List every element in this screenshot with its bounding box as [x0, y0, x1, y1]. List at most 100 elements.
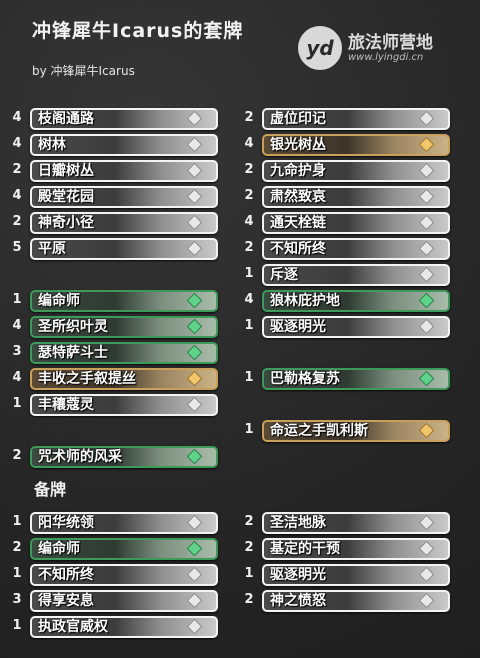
card-row[interactable]: 1 阳华统领 [12, 512, 230, 534]
card-bar[interactable]: 瑟特萨斗士 [30, 342, 218, 364]
rarity-gem-icon [186, 396, 203, 413]
card-row[interactable]: 3 瑟特萨斗士 [12, 342, 230, 364]
card-bar[interactable]: 巴勒格复苏 [262, 368, 450, 390]
card-bar[interactable]: 丰穰蔻灵 [30, 394, 218, 416]
card-bar[interactable]: 阳华统领 [30, 512, 218, 534]
rarity-gem-icon [418, 318, 435, 335]
card-bar[interactable]: 驱逐明光 [262, 316, 450, 338]
rarity-gem-icon [418, 370, 435, 387]
card-name: 基定的干预 [270, 541, 340, 557]
card-bar[interactable]: 神奇小径 [30, 212, 218, 234]
card-row[interactable]: 2 虚位印记 [244, 108, 462, 130]
card-bar[interactable]: 基定的干预 [262, 538, 450, 560]
card-row[interactable]: 1 丰穰蔻灵 [12, 394, 230, 416]
card-count: 1 [12, 514, 22, 529]
card-count: 1 [244, 566, 254, 581]
card-row[interactable]: 2 神奇小径 [12, 212, 230, 234]
card-row[interactable]: 4 殿堂花园 [12, 186, 230, 208]
card-bar[interactable]: 斥逐 [262, 264, 450, 286]
card-bar[interactable]: 编命师 [30, 538, 218, 560]
card-bar[interactable]: 不知所终 [262, 238, 450, 260]
card-bar[interactable]: 神之愤怒 [262, 590, 450, 612]
card-count: 4 [12, 136, 22, 151]
card-bar[interactable]: 不知所终 [30, 564, 218, 586]
rarity-gem-icon [186, 344, 203, 361]
card-bar[interactable]: 平原 [30, 238, 218, 260]
card-count: 2 [244, 188, 254, 203]
card-row[interactable]: 1 编命师 [12, 290, 230, 312]
card-row[interactable]: 2 肃然致哀 [244, 186, 462, 208]
card-row[interactable]: 4 通天栓链 [244, 212, 462, 234]
card-row[interactable]: 3 得享安息 [12, 590, 230, 612]
card-bar[interactable]: 编命师 [30, 290, 218, 312]
card-row[interactable]: 2 编命师 [12, 538, 230, 560]
card-row[interactable]: 4 银光树丛 [244, 134, 462, 156]
card-row[interactable]: 1 斥逐 [244, 264, 462, 286]
card-name: 丰穰蔻灵 [38, 397, 94, 413]
card-count: 2 [12, 162, 22, 177]
card-row[interactable]: 2 圣洁地脉 [244, 512, 462, 534]
logo-name: 旅法师营地 [348, 33, 433, 53]
card-count: 2 [244, 240, 254, 255]
card-row[interactable]: 1 驱逐明光 [244, 564, 462, 586]
card-bar[interactable]: 日瓣树丛 [30, 160, 218, 182]
card-bar[interactable]: 丰收之手叙提丝 [30, 368, 218, 390]
card-bar[interactable]: 得享安息 [30, 590, 218, 612]
card-row[interactable]: 1 巴勒格复苏 [244, 368, 462, 390]
card-row[interactable]: 4 丰收之手叙提丝 [12, 368, 230, 390]
card-count: 4 [12, 188, 22, 203]
card-count: 3 [12, 344, 22, 359]
card-name: 命运之手凯利斯 [270, 423, 368, 439]
card-bar[interactable]: 圣洁地脉 [262, 512, 450, 534]
card-bar[interactable]: 殿堂花园 [30, 186, 218, 208]
card-row[interactable]: 4 狼林庇护地 [244, 290, 462, 312]
card-bar[interactable]: 咒术师的风采 [30, 446, 218, 468]
card-bar[interactable]: 圣所织叶灵 [30, 316, 218, 338]
card-name: 编命师 [38, 541, 80, 557]
card-row[interactable]: 4 树林 [12, 134, 230, 156]
card-row[interactable]: 1 驱逐明光 [244, 316, 462, 338]
card-name: 圣洁地脉 [270, 515, 326, 531]
card-name: 通天栓链 [270, 215, 326, 231]
card-row[interactable]: 1 不知所终 [12, 564, 230, 586]
card-bar[interactable]: 九命护身 [262, 160, 450, 182]
card-row[interactable]: 2 日瓣树丛 [12, 160, 230, 182]
card-count: 2 [244, 162, 254, 177]
card-name: 日瓣树丛 [38, 163, 94, 179]
card-bar[interactable]: 树林 [30, 134, 218, 156]
card-bar[interactable]: 虚位印记 [262, 108, 450, 130]
card-count: 1 [244, 318, 254, 333]
rarity-gem-icon [418, 592, 435, 609]
card-name: 神之愤怒 [270, 593, 326, 609]
card-row[interactable]: 1 执政官威权 [12, 616, 230, 638]
card-row[interactable]: 2 神之愤怒 [244, 590, 462, 612]
card-row[interactable]: 4 枝阁通路 [12, 108, 230, 130]
card-name: 丰收之手叙提丝 [38, 371, 136, 387]
card-row[interactable]: 2 基定的干预 [244, 538, 462, 560]
card-name: 驱逐明光 [270, 567, 326, 583]
card-row[interactable]: 2 九命护身 [244, 160, 462, 182]
card-row[interactable]: 4 圣所织叶灵 [12, 316, 230, 338]
card-name: 阳华统领 [38, 515, 94, 531]
site-logo[interactable]: yd 旅法师营地 www.lyingdi.cn [298, 26, 448, 74]
rarity-gem-icon [418, 136, 435, 153]
card-count: 4 [12, 318, 22, 333]
card-row[interactable]: 2 不知所终 [244, 238, 462, 260]
card-row[interactable]: 2 咒术师的风采 [12, 446, 230, 468]
card-row[interactable]: 5 平原 [12, 238, 230, 260]
card-bar[interactable]: 命运之手凯利斯 [262, 420, 450, 442]
card-count: 4 [12, 370, 22, 385]
card-bar[interactable]: 肃然致哀 [262, 186, 450, 208]
card-bar[interactable]: 枝阁通路 [30, 108, 218, 130]
card-bar[interactable]: 银光树丛 [262, 134, 450, 156]
card-count: 2 [244, 110, 254, 125]
card-bar[interactable]: 通天栓链 [262, 212, 450, 234]
card-row[interactable]: 1 命运之手凯利斯 [244, 420, 462, 442]
card-bar[interactable]: 狼林庇护地 [262, 290, 450, 312]
card-bar[interactable]: 驱逐明光 [262, 564, 450, 586]
card-bar[interactable]: 执政官威权 [30, 616, 218, 638]
card-name: 神奇小径 [38, 215, 94, 231]
card-name: 圣所织叶灵 [38, 319, 108, 335]
card-name: 得享安息 [38, 593, 94, 609]
card-name: 银光树丛 [270, 137, 326, 153]
